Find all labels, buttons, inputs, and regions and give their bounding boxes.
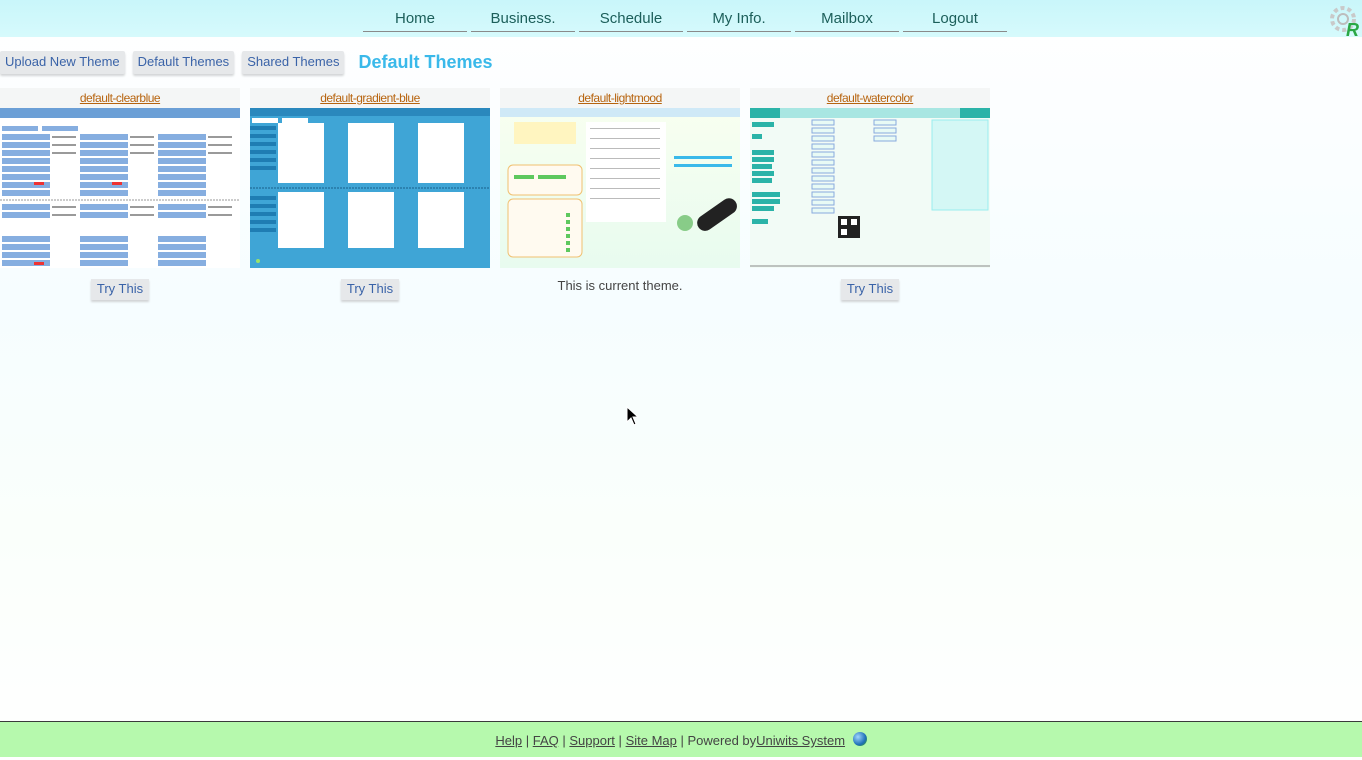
mouse-cursor-icon — [626, 406, 640, 426]
theme-name-link[interactable]: default-gradient-blue — [250, 88, 490, 108]
nav-logout[interactable]: Logout — [903, 0, 1007, 32]
nav-mailbox[interactable]: Mailbox — [795, 0, 899, 32]
theme-preview-clearblue[interactable] — [0, 108, 240, 268]
nav-business[interactable]: Business. — [471, 0, 575, 32]
theme-preview-gradient-blue[interactable] — [250, 108, 490, 268]
theme-name-link[interactable]: default-clearblue — [0, 88, 240, 108]
svg-text:R: R — [1346, 20, 1359, 38]
nav-my-info[interactable]: My Info. — [687, 0, 791, 32]
footer-help-link[interactable]: Help — [495, 733, 522, 748]
separator: | — [680, 733, 684, 748]
try-this-button[interactable]: Try This — [340, 279, 400, 300]
theme-preview-lightmood — [500, 108, 740, 268]
theme-name-link[interactable]: default-lightmood — [500, 88, 740, 108]
theme-card: default-clearblue Try This — [0, 88, 240, 300]
top-bar: Home Business. Schedule My Info. Mailbox… — [0, 0, 1362, 38]
tab-shared-themes[interactable]: Shared Themes — [242, 51, 345, 74]
theme-card: default-lightmood This is current theme. — [500, 88, 740, 300]
tab-upload-new-theme[interactable]: Upload New Theme — [0, 51, 125, 74]
theme-card: default-watercolor Try This — [750, 88, 990, 300]
powered-by-label: Powered by — [687, 733, 757, 748]
current-theme-status: This is current theme. — [557, 278, 683, 293]
nav-home[interactable]: Home — [363, 0, 467, 32]
footer-faq-link[interactable]: FAQ — [533, 733, 559, 748]
uniwits-system-link[interactable]: Uniwits System — [756, 733, 845, 748]
footer: Help | FAQ | Support | Site Map | Powere… — [0, 721, 1362, 757]
theme-list: default-clearblue Try This default-gradi… — [0, 88, 1000, 300]
separator: | — [562, 733, 566, 748]
theme-tabs: Upload New Theme Default Themes Shared T… — [0, 51, 493, 74]
gear-r-logo-icon: R — [1330, 6, 1359, 38]
try-this-button[interactable]: Try This — [840, 279, 900, 300]
theme-name-link[interactable]: default-watercolor — [750, 88, 990, 108]
footer-support-link[interactable]: Support — [569, 733, 615, 748]
main-nav: Home Business. Schedule My Info. Mailbox… — [363, 0, 1011, 32]
theme-card: default-gradient-blue Try This — [250, 88, 490, 300]
separator: | — [618, 733, 622, 748]
separator: | — [525, 733, 530, 748]
tab-default-themes[interactable]: Default Themes — [132, 51, 235, 74]
nav-schedule[interactable]: Schedule — [579, 0, 683, 32]
footer-site-map-link[interactable]: Site Map — [626, 733, 677, 748]
try-this-button[interactable]: Try This — [90, 279, 150, 300]
page-title: Default Themes — [358, 52, 493, 72]
globe-icon — [852, 732, 867, 746]
theme-preview-watercolor[interactable] — [750, 108, 990, 268]
